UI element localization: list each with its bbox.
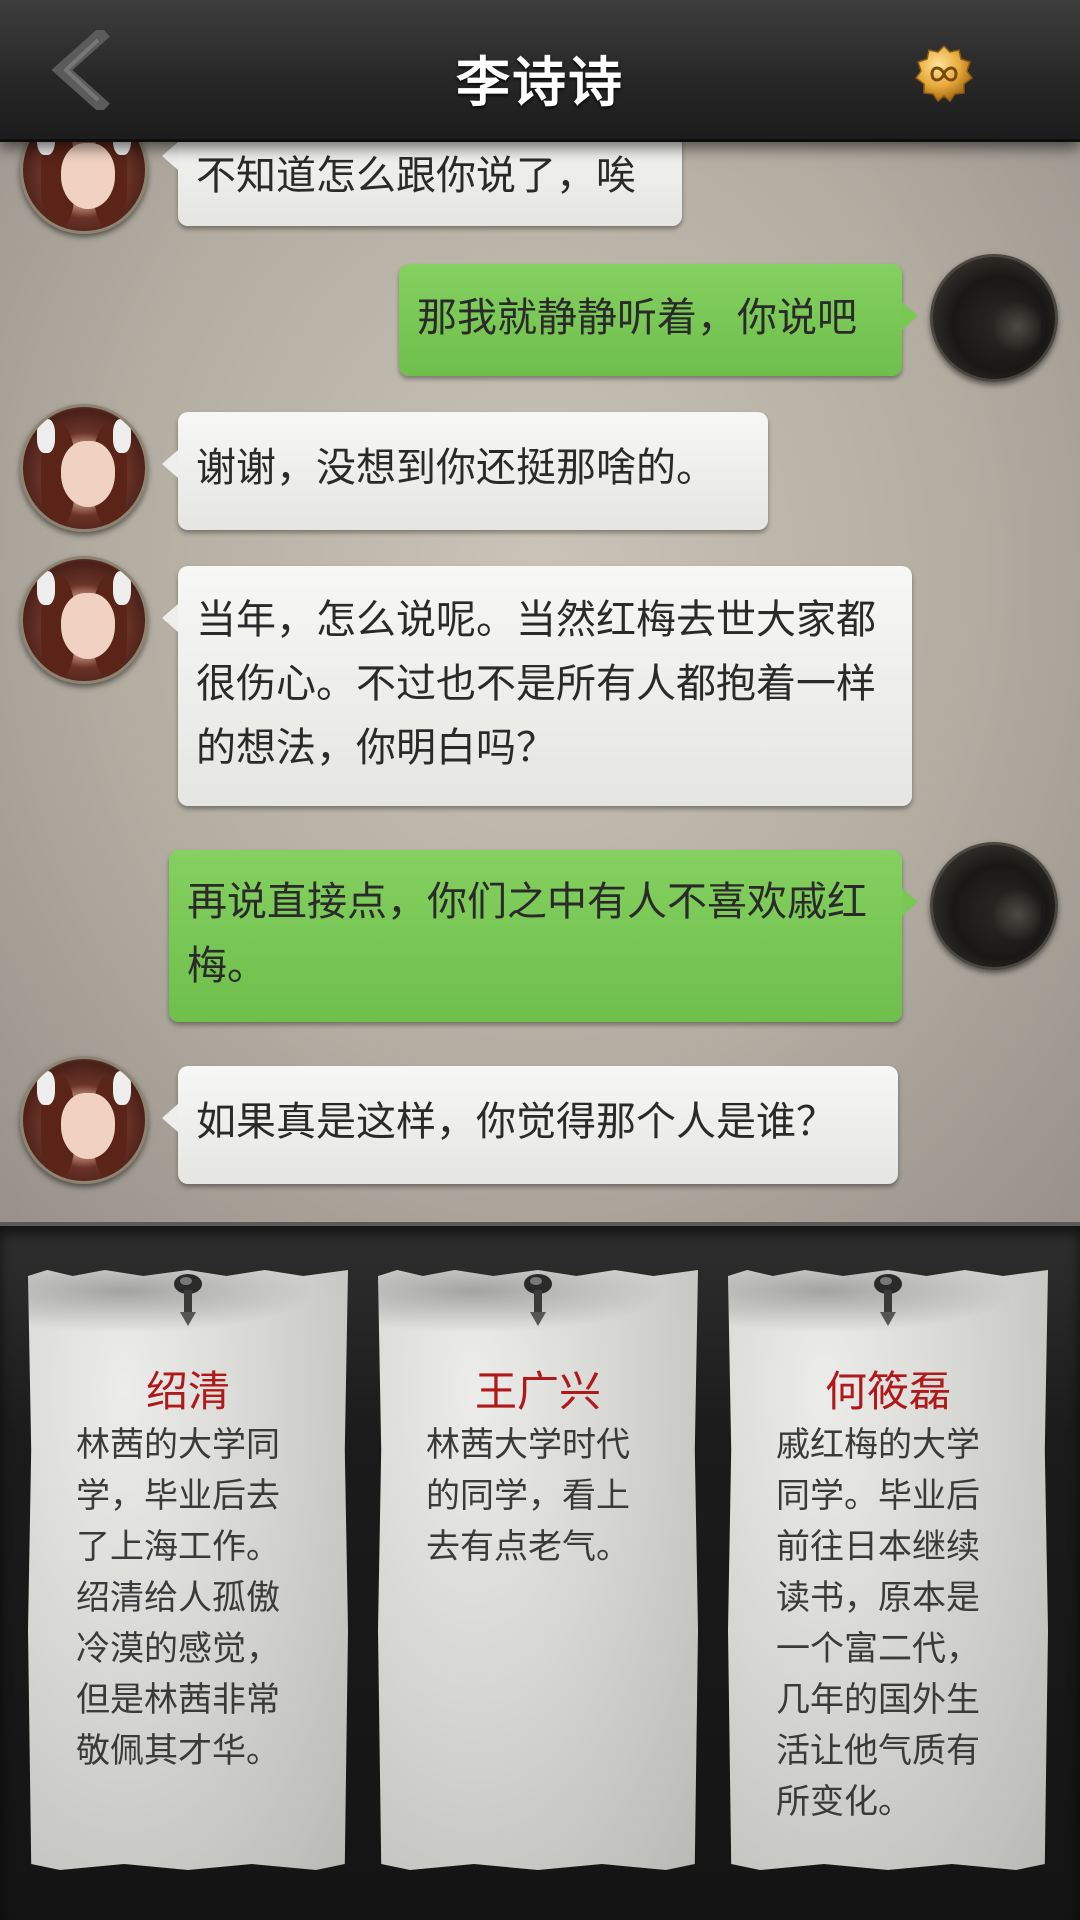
top-bar: 李诗诗 [0,0,1080,142]
suspect-name: 王广兴 [474,1367,601,1416]
user-avatar[interactable] [930,842,1058,970]
suspect-name: 何筱磊 [824,1367,951,1416]
message-text: 如果真是这样，你觉得那个人是谁？ [196,1099,836,1145]
outgoing-message: 那我就静静听着，你说吧 [399,264,918,376]
pushpin-icon [174,1274,202,1326]
contact-avatar[interactable] [20,556,148,684]
suspect-card[interactable]: 王广兴 林茜大学时代的同学，看上去有点老气。 [378,1270,698,1870]
suspect-card[interactable]: 何筱磊 戚红梅的大学同学。毕业后前往日本继续读书，原本是一个富二代，几年的国外生… [728,1270,1048,1870]
user-avatar[interactable] [930,254,1058,382]
message-text: 不知道怎么跟你说了，唉 [196,153,636,199]
message-text: 当年，怎么说呢。当然红梅去世大家都很伤心。不过也不是所有人都抱着一样的想法，你明… [196,597,876,771]
infinity-coin-icon [914,44,974,103]
suspect-description: 林茜的大学同学，毕业后去了上海工作。绍清给人孤傲冷漠的感觉，但是林茜非常敬佩其才… [76,1425,280,1771]
suspect-description: 林茜大学时代的同学，看上去有点老气。 [426,1425,630,1567]
suspect-card[interactable]: 绍清 林茜的大学同学，毕业后去了上海工作。绍清给人孤傲冷漠的感觉，但是林茜非常敬… [28,1270,348,1870]
incoming-message: 不知道怎么跟你说了，唉 [162,142,682,226]
contact-avatar[interactable] [20,142,148,234]
suspect-panel: 绍清 林茜的大学同学，毕业后去了上海工作。绍清给人孤傲冷漠的感觉，但是林茜非常敬… [0,1222,1080,1920]
suspect-description: 戚红梅的大学同学。毕业后前往日本继续读书，原本是一个富二代，几年的国外生活让他气… [776,1425,980,1822]
pushpin-icon [524,1274,552,1326]
chat-area[interactable]: 不知道怎么跟你说了，唉 那我就静静听着，你说吧 谢谢，没想到你还挺那啥的。 当年… [0,142,1080,1222]
message-text: 再说直接点，你们之中有人不喜欢戚红梅。 [187,879,867,989]
contact-avatar[interactable] [20,404,148,532]
incoming-message: 如果真是这样，你觉得那个人是谁？ [162,1066,898,1184]
pushpin-icon [874,1274,902,1326]
message-text: 那我就静静听着，你说吧 [417,295,857,341]
outgoing-message: 再说直接点，你们之中有人不喜欢戚红梅。 [169,850,918,1022]
contact-avatar[interactable] [20,1056,148,1184]
incoming-message: 谢谢，没想到你还挺那啥的。 [162,412,768,530]
incoming-message: 当年，怎么说呢。当然红梅去世大家都很伤心。不过也不是所有人都抱着一样的想法，你明… [162,566,912,806]
message-text: 谢谢，没想到你还挺那啥的。 [196,445,716,491]
coin-button[interactable] [914,44,974,104]
suspect-name: 绍清 [145,1367,230,1416]
